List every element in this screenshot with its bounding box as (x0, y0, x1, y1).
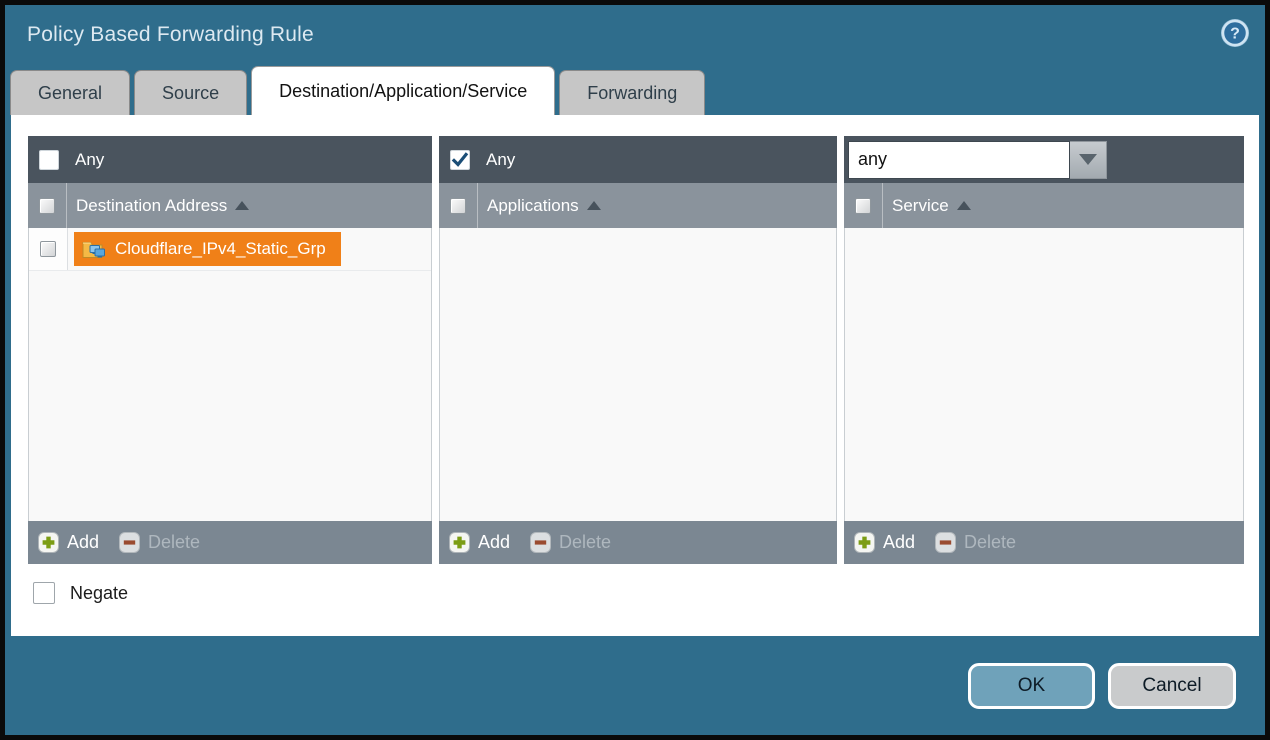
service-mode-dropdown-button[interactable] (1070, 141, 1107, 179)
service-dropdown-row: any (844, 136, 1244, 183)
titlebar: Policy Based Forwarding Rule ? (5, 5, 1265, 65)
applications-column: Any Applications Add (439, 136, 837, 564)
help-icon[interactable]: ? (1220, 18, 1250, 48)
service-column: any Service (844, 136, 1244, 564)
negate-row: Negate (33, 582, 1259, 604)
dialog-title: Policy Based Forwarding Rule (27, 23, 314, 47)
applications-any-label: Any (486, 150, 515, 170)
applications-any-row: Any (439, 136, 837, 183)
minus-icon (935, 532, 956, 553)
destination-any-checkbox[interactable] (39, 150, 59, 170)
applications-delete-label: Delete (559, 532, 611, 553)
destination-address-header-row: Destination Address (28, 183, 432, 228)
chevron-down-icon (1079, 154, 1097, 165)
applications-list (439, 228, 837, 521)
service-list (844, 228, 1244, 521)
address-group-icon (82, 239, 106, 259)
applications-header-label: Applications (487, 196, 579, 216)
plus-icon (38, 532, 59, 553)
negate-label: Negate (70, 583, 128, 604)
cancel-button-label: Cancel (1142, 675, 1201, 697)
destination-any-row: Any (28, 136, 432, 183)
applications-toolbar: Add Delete (439, 521, 837, 564)
policy-based-forwarding-rule-dialog: Policy Based Forwarding Rule ? General S… (0, 0, 1270, 740)
applications-select-all-checkbox[interactable] (450, 198, 466, 214)
applications-any-checkbox[interactable] (450, 150, 470, 170)
ok-button-label: OK (1018, 675, 1045, 697)
minus-icon (119, 532, 140, 553)
service-select-all-cell (844, 183, 883, 228)
applications-header-row: Applications (439, 183, 837, 228)
destination-address-header-label: Destination Address (76, 196, 227, 216)
service-delete-label: Delete (964, 532, 1016, 553)
selector-columns: Any Destination Address (11, 115, 1259, 564)
service-delete-button[interactable]: Delete (935, 532, 1016, 553)
destination-address-column: Any Destination Address (28, 136, 432, 564)
sort-ascending-icon[interactable] (587, 201, 601, 210)
dialog-footer: OK Cancel (5, 636, 1265, 735)
service-header-label: Service (892, 196, 949, 216)
minus-icon (530, 532, 551, 553)
tab-bar: General Source Destination/Application/S… (5, 65, 1265, 115)
cancel-button[interactable]: Cancel (1108, 663, 1236, 709)
service-header-row: Service (844, 183, 1244, 228)
tab-general[interactable]: General (10, 70, 130, 115)
tab-content-panel: Any Destination Address (11, 115, 1259, 636)
service-select-all-checkbox[interactable] (855, 198, 871, 214)
checkmark-icon (451, 151, 469, 169)
destination-address-list: Cloudflare_IPv4_Static_Grp (28, 228, 432, 521)
negate-checkbox[interactable] (33, 582, 55, 604)
applications-delete-button[interactable]: Delete (530, 532, 611, 553)
tab-forwarding-label: Forwarding (587, 83, 677, 104)
service-toolbar: Add Delete (844, 521, 1244, 564)
tab-source[interactable]: Source (134, 70, 247, 115)
tab-general-label: General (38, 83, 102, 104)
destination-delete-label: Delete (148, 532, 200, 553)
plus-icon (449, 532, 470, 553)
service-add-button[interactable]: Add (854, 532, 915, 553)
service-add-label: Add (883, 532, 915, 553)
tab-source-label: Source (162, 83, 219, 104)
address-group-item-label: Cloudflare_IPv4_Static_Grp (115, 239, 326, 259)
applications-add-button[interactable]: Add (449, 532, 510, 553)
address-group-item[interactable]: Cloudflare_IPv4_Static_Grp (74, 232, 341, 266)
destination-toolbar: Add Delete (28, 521, 432, 564)
applications-add-label: Add (478, 532, 510, 553)
service-mode-dropdown[interactable]: any (848, 141, 1107, 179)
destination-add-label: Add (67, 532, 99, 553)
tab-destination-application-service[interactable]: Destination/Application/Service (251, 66, 555, 115)
destination-any-label: Any (75, 150, 104, 170)
ok-button[interactable]: OK (968, 663, 1095, 709)
tab-destination-application-service-label: Destination/Application/Service (279, 81, 527, 102)
sort-ascending-icon[interactable] (235, 201, 249, 210)
destination-add-button[interactable]: Add (38, 532, 99, 553)
destination-select-all-cell (28, 183, 67, 228)
row-checkbox-cell (29, 228, 68, 270)
tab-forwarding[interactable]: Forwarding (559, 70, 705, 115)
service-mode-dropdown-value[interactable]: any (848, 141, 1070, 179)
svg-text:?: ? (1230, 26, 1240, 43)
applications-select-all-cell (439, 183, 478, 228)
row-checkbox[interactable] (40, 241, 56, 257)
table-row: Cloudflare_IPv4_Static_Grp (29, 228, 431, 271)
sort-ascending-icon[interactable] (957, 201, 971, 210)
destination-select-all-checkbox[interactable] (39, 198, 55, 214)
destination-delete-button[interactable]: Delete (119, 532, 200, 553)
plus-icon (854, 532, 875, 553)
